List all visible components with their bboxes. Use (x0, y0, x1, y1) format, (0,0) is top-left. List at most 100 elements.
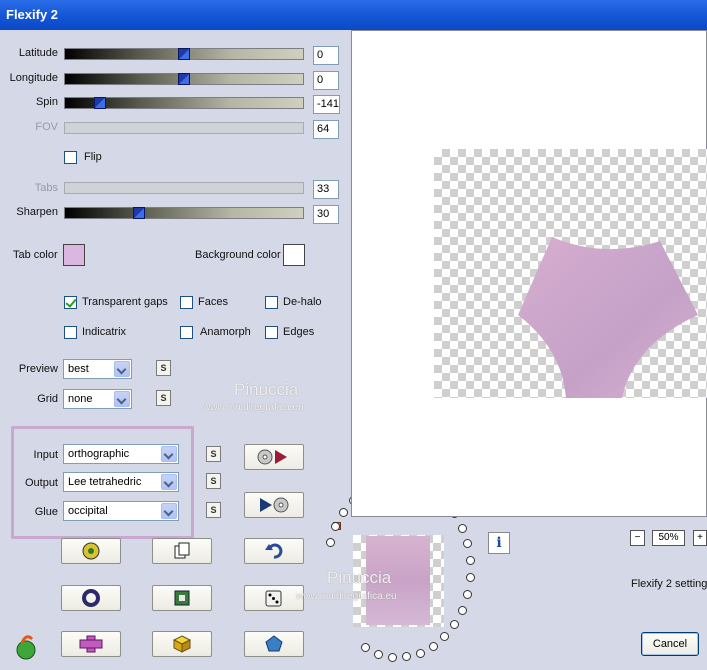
sharpen-field[interactable]: 30 (313, 205, 339, 224)
square-icon (174, 590, 190, 606)
output-label: Output (24, 477, 58, 489)
tabs-field[interactable]: 33 (313, 180, 339, 199)
sharpen-label: Sharpen (16, 206, 58, 218)
glue-select[interactable]: occipital (63, 501, 179, 521)
preview-shape (518, 237, 698, 398)
latitude-slider[interactable] (64, 48, 304, 60)
cross-button[interactable] (61, 631, 121, 657)
latitude-label: Latitude (18, 47, 58, 59)
navigator-dot[interactable] (440, 632, 449, 641)
preview-s-button[interactable]: S (156, 360, 171, 376)
spin-field[interactable]: -141 (313, 95, 340, 114)
navigator-dot[interactable] (450, 620, 459, 629)
grid-select[interactable]: none (63, 389, 132, 409)
copy-button[interactable] (152, 538, 212, 564)
zoom-out-button[interactable]: − (630, 530, 645, 546)
glue-label: Glue (34, 506, 58, 518)
de-halo-checkbox[interactable] (265, 296, 278, 309)
pentagon-button[interactable] (244, 631, 304, 657)
preview-select-value: best (68, 363, 89, 375)
pentagon-icon (265, 635, 283, 652)
watermark-name: Pinuccia (234, 380, 299, 399)
tabs-label: Tabs (34, 182, 58, 194)
transparent-gaps-checkbox[interactable] (64, 296, 77, 309)
chevron-down-icon[interactable] (114, 391, 130, 407)
flip-checkbox[interactable] (64, 151, 77, 164)
grid-s-button[interactable]: S (156, 390, 171, 406)
latitude-slider-thumb[interactable] (178, 48, 190, 60)
navigator-dot[interactable] (361, 643, 370, 652)
navigator-dot[interactable] (466, 556, 475, 565)
longitude-field[interactable]: 0 (313, 71, 339, 90)
longitude-label: Longitude (9, 72, 58, 84)
info-button[interactable]: i (488, 532, 510, 554)
dialog-body: Latitude 0 Longitude 0 Spin -141 FOV 64 … (0, 30, 707, 670)
longitude-slider-thumb[interactable] (178, 73, 190, 85)
chevron-down-icon[interactable] (161, 474, 177, 490)
navigator-dot[interactable] (339, 508, 348, 517)
input-s-button[interactable]: S (206, 446, 221, 462)
navigator-dot[interactable] (466, 573, 475, 582)
input-select-value: orthographic (68, 448, 130, 460)
window-title: Flexify 2 (6, 7, 59, 22)
sharpen-slider-thumb[interactable] (133, 207, 145, 219)
edges-label: Edges (283, 326, 315, 338)
anamorph-checkbox[interactable] (180, 326, 193, 339)
edges-checkbox[interactable] (265, 326, 278, 339)
chevron-down-icon[interactable] (161, 503, 177, 519)
dice-button[interactable] (244, 585, 304, 611)
spin-slider[interactable] (64, 97, 304, 109)
navigator-dot[interactable] (402, 652, 411, 661)
preview-label: Preview (18, 363, 58, 375)
faces-checkbox[interactable] (180, 296, 193, 309)
undo-button[interactable] (244, 538, 304, 564)
navigator-dot[interactable] (331, 522, 340, 531)
navigator-dot[interactable] (463, 590, 472, 599)
latitude-field[interactable]: 0 (313, 46, 339, 65)
navigator-dot[interactable] (416, 649, 425, 658)
copy-pages-icon (174, 542, 190, 559)
navigator-dot[interactable] (374, 650, 383, 659)
anamorph-label: Anamorph (200, 326, 251, 338)
output-s-button[interactable]: S (206, 473, 221, 489)
cube-button[interactable] (152, 631, 212, 657)
cancel-button[interactable]: Cancel (641, 632, 699, 656)
output-select[interactable]: Lee tetrahedric (63, 472, 179, 492)
play-forward-button[interactable] (244, 444, 304, 470)
preview-checker (434, 149, 707, 398)
flexify-logo-icon (12, 631, 40, 664)
indicatrix-checkbox[interactable] (64, 326, 77, 339)
flip-label: Flip (84, 151, 102, 163)
tabs-slider (64, 182, 304, 194)
square-button[interactable] (152, 585, 212, 611)
input-select[interactable]: orthographic (63, 444, 179, 464)
navigator-dot[interactable] (429, 642, 438, 651)
chevron-down-icon[interactable] (114, 361, 130, 377)
gear-ball-icon (82, 542, 100, 560)
glue-s-button[interactable]: S (206, 502, 221, 518)
glue-select-value: occipital (68, 505, 108, 517)
chevron-down-icon[interactable] (161, 446, 177, 462)
play-back-button[interactable] (244, 492, 304, 518)
tab-color-swatch[interactable] (63, 244, 85, 266)
fov-field[interactable]: 64 (313, 120, 339, 139)
spin-slider-thumb[interactable] (94, 97, 106, 109)
play-disc-icon (260, 497, 289, 513)
navigator-dot[interactable] (458, 524, 467, 533)
indicatrix-label: Indicatrix (82, 326, 127, 338)
preview-select[interactable]: best (63, 359, 132, 379)
navigator-dot[interactable] (388, 653, 397, 662)
navigator-dot[interactable] (326, 538, 335, 547)
sharpen-slider[interactable] (64, 207, 304, 219)
zoom-in-button[interactable]: + (693, 530, 707, 546)
navigator-dot[interactable] (458, 606, 467, 615)
background-color-label: Background color (195, 249, 281, 261)
preview-canvas[interactable] (351, 30, 707, 517)
navigator-dot[interactable] (463, 539, 472, 548)
watermark-site: www.maidiregrafica.eu (203, 402, 304, 413)
randomize-button[interactable] (61, 538, 121, 564)
background-color-swatch[interactable] (283, 244, 305, 266)
settings-label: Flexify 2 setting (631, 578, 707, 590)
ring-button[interactable] (61, 585, 121, 611)
longitude-slider[interactable] (64, 73, 304, 85)
